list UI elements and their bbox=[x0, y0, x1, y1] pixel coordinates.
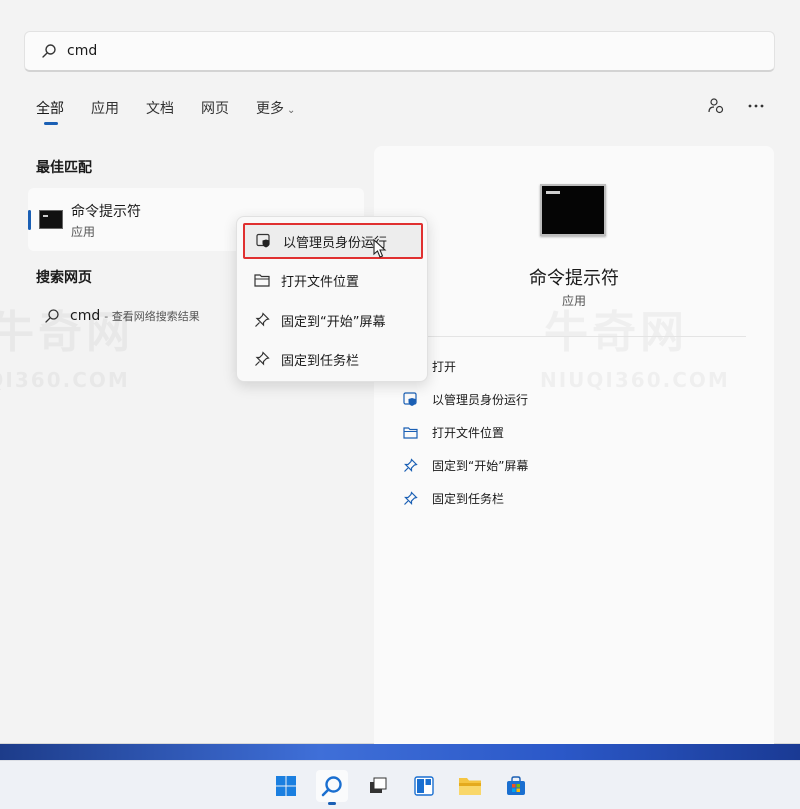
search-input[interactable] bbox=[67, 43, 667, 59]
menu-item-label: 固定到“开始”屏幕 bbox=[281, 314, 386, 330]
desktop-wallpaper bbox=[0, 744, 800, 760]
account-icon bbox=[708, 98, 724, 114]
action-label: 打开文件位置 bbox=[432, 426, 505, 440]
pin-icon bbox=[402, 491, 418, 507]
task-view-icon[interactable] bbox=[362, 770, 394, 802]
search-icon[interactable] bbox=[316, 770, 348, 805]
action-run-as-admin[interactable]: 以管理员身份运行 bbox=[402, 391, 528, 408]
folder-icon bbox=[253, 271, 271, 289]
menu-item-label: 以管理员身份运行 bbox=[283, 235, 388, 251]
taskbar bbox=[0, 760, 800, 809]
more-icon bbox=[748, 104, 764, 108]
menu-item-label: 固定到任务栏 bbox=[281, 353, 360, 369]
divider bbox=[402, 336, 746, 337]
pin-icon bbox=[402, 458, 418, 474]
action-label: 固定到“开始”屏幕 bbox=[432, 459, 529, 473]
tab-web[interactable]: 网页 bbox=[201, 98, 229, 118]
action-label: 打开 bbox=[432, 360, 457, 374]
mouse-cursor-icon bbox=[373, 239, 387, 258]
shield-icon bbox=[255, 232, 273, 250]
search-panel: 全部 应用 文档 网页 更多⌄ 最佳匹配 命令提示符 应用 搜索网页 bbox=[0, 0, 800, 744]
best-match-title: 最佳匹配 bbox=[36, 160, 92, 176]
search-box[interactable] bbox=[24, 31, 775, 72]
tab-apps[interactable]: 应用 bbox=[91, 98, 119, 118]
pin-icon bbox=[253, 350, 271, 368]
menu-item-open-file-location[interactable]: 打开文件位置 bbox=[243, 262, 423, 298]
pin-icon bbox=[253, 311, 271, 329]
chevron-down-icon: ⌄ bbox=[287, 105, 296, 116]
web-search-title: 搜索网页 bbox=[36, 270, 92, 286]
command-prompt-icon bbox=[540, 184, 606, 236]
file-explorer-icon[interactable] bbox=[454, 770, 486, 802]
action-label: 以管理员身份运行 bbox=[432, 393, 529, 407]
windows-start-icon[interactable] bbox=[270, 770, 302, 802]
tab-documents[interactable]: 文档 bbox=[146, 98, 174, 118]
watermark: 牛奇网 bbox=[0, 296, 134, 360]
action-label: 固定到任务栏 bbox=[432, 492, 505, 506]
search-icon bbox=[42, 44, 56, 58]
watermark: 牛奇网 bbox=[544, 296, 688, 360]
detail-panel: 命令提示符 应用 牛奇网 NIUQI360.COM 打开 以管理员身份运行 打开… bbox=[374, 146, 774, 744]
tab-more[interactable]: 更多 ⌄ bbox=[256, 98, 295, 118]
context-menu: 以管理员身份运行 打开文件位置 固定到“开始”屏幕 固定到任务栏 bbox=[236, 216, 428, 382]
tab-all[interactable]: 全部 bbox=[36, 98, 64, 125]
watermark-domain: NIUQI360.COM bbox=[540, 368, 730, 392]
menu-item-label: 打开文件位置 bbox=[281, 274, 360, 290]
menu-item-pin-to-start[interactable]: 固定到“开始”屏幕 bbox=[243, 302, 423, 338]
microsoft-store-icon[interactable] bbox=[500, 770, 532, 802]
action-open-file-location[interactable]: 打开文件位置 bbox=[402, 424, 504, 441]
widgets-icon[interactable] bbox=[408, 770, 440, 802]
watermark-domain: NIUQI360.COM bbox=[0, 368, 130, 392]
folder-icon bbox=[402, 425, 418, 441]
detail-app-name: 命令提示符 bbox=[529, 268, 619, 289]
top-right-tools bbox=[706, 96, 766, 116]
action-pin-to-start[interactable]: 固定到“开始”屏幕 bbox=[402, 457, 528, 474]
action-pin-to-taskbar[interactable]: 固定到任务栏 bbox=[402, 490, 504, 507]
result-name: 命令提示符 bbox=[71, 204, 141, 220]
command-prompt-icon bbox=[39, 210, 63, 229]
more-options-button[interactable] bbox=[746, 96, 766, 116]
menu-item-run-as-admin[interactable]: 以管理员身份运行 bbox=[243, 223, 423, 259]
result-type: 应用 bbox=[71, 225, 96, 239]
account-switch-button[interactable] bbox=[706, 96, 726, 116]
filter-tabs: 全部 应用 文档 网页 更多 ⌄ bbox=[36, 98, 322, 125]
selection-indicator bbox=[28, 210, 31, 230]
menu-item-pin-to-taskbar[interactable]: 固定到任务栏 bbox=[243, 341, 423, 377]
shield-icon bbox=[402, 392, 418, 408]
